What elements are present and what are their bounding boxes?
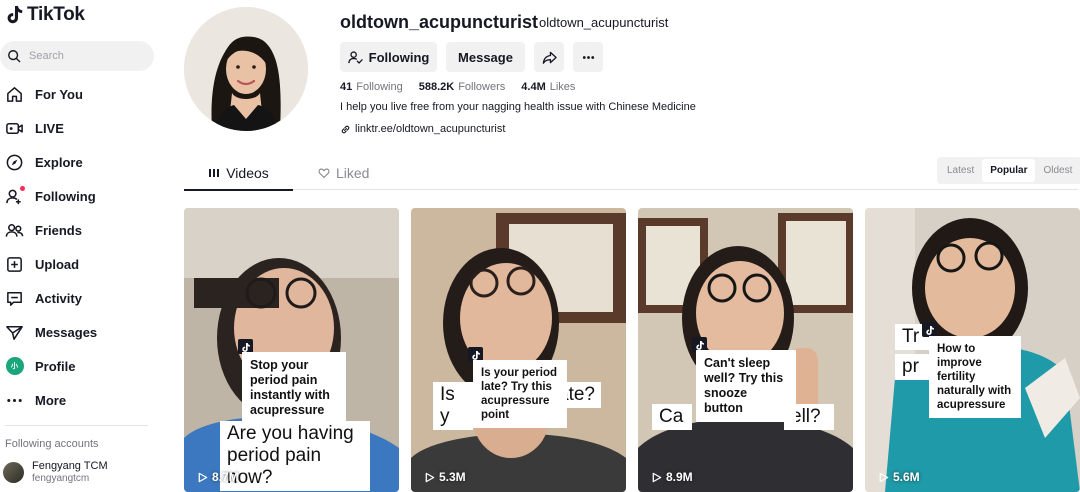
play-icon: [879, 472, 889, 482]
grid-icon: [209, 169, 220, 177]
video-caption: Is your period late? Try this acupressur…: [473, 360, 567, 428]
account-name: Fengyang TCM: [32, 460, 108, 472]
video-thumbnail: [411, 208, 626, 492]
video-overlay-text: Is y: [433, 382, 473, 430]
video-overlay-text: Are you having period pain now?: [220, 421, 370, 491]
video-overlay-text: Ca: [652, 404, 692, 430]
nav-activity[interactable]: Activity: [0, 281, 170, 315]
home-icon: [5, 85, 24, 104]
upload-icon: [5, 255, 24, 274]
video-card[interactable]: Ca ell? Can't sleep well? Try this snooz…: [638, 208, 853, 492]
view-count: 5.3M: [424, 470, 466, 484]
live-icon: [5, 119, 24, 138]
following-button[interactable]: Following: [340, 42, 437, 72]
tiktok-note-icon: [7, 6, 23, 24]
sort-latest[interactable]: Latest: [939, 159, 982, 182]
video-caption: Can't sleep well? Try this snooze button: [696, 350, 796, 422]
likes-stat: 4.4M Likes: [521, 81, 576, 93]
sort-toggle: Latest Popular Oldest: [937, 157, 1080, 184]
profile-link[interactable]: linktr.ee/oldtown_acupuncturist: [340, 123, 505, 135]
share-icon: [542, 51, 557, 64]
profile-nickname: oldtown_acupuncturist: [539, 15, 669, 30]
nav-label: Explore: [35, 154, 83, 170]
tiktok-badge-icon: [922, 322, 937, 337]
share-button[interactable]: [534, 42, 564, 72]
profile-username: oldtown_acupuncturist: [340, 12, 538, 32]
search-icon: [8, 50, 21, 63]
search-box[interactable]: [0, 41, 154, 71]
tab-liked[interactable]: Liked: [318, 156, 369, 190]
ellipsis-icon: [582, 55, 594, 59]
more-icon: [5, 391, 24, 410]
following-accounts-title: Following accounts: [5, 438, 99, 450]
video-card[interactable]: Tr pr How to improve fertility naturally…: [865, 208, 1080, 492]
link-icon: [341, 125, 350, 133]
nav-friends[interactable]: Friends: [0, 213, 170, 247]
nav-label: Friends: [35, 222, 82, 238]
account-avatar: [3, 462, 24, 483]
nav-upload[interactable]: Upload: [0, 247, 170, 281]
following-stat[interactable]: 41 Following: [340, 81, 403, 93]
nav-label: Following: [35, 188, 96, 204]
sidebar: TikTok For You LIVE Explore: [0, 0, 170, 492]
profile-avatar: 小: [5, 357, 24, 376]
sort-popular[interactable]: Popular: [982, 159, 1036, 182]
nav-label: More: [35, 392, 67, 408]
nav-label: Profile: [35, 358, 76, 374]
more-options-button[interactable]: [573, 42, 603, 72]
nav-label: Activity: [35, 290, 82, 306]
video-card[interactable]: Is y ate? Is your period late? Try this …: [411, 208, 626, 492]
user-check-icon: [347, 50, 363, 64]
followers-stat[interactable]: 588.2K Followers: [419, 81, 506, 93]
video-caption: How to improve fertility naturally with …: [929, 336, 1021, 418]
nav-label: Upload: [35, 256, 80, 272]
profile-stats: 41 Following 588.2K Followers 4.4M Likes: [340, 81, 575, 93]
nav-profile[interactable]: 小 Profile: [0, 349, 170, 383]
notification-dot: [20, 185, 25, 191]
video-grid: Stop your period pain instantly with acu…: [184, 208, 1080, 492]
nav-live[interactable]: LIVE: [0, 111, 170, 145]
following-button-label: Following: [368, 49, 430, 65]
compass-icon: [5, 153, 24, 172]
tiktok-logo[interactable]: TikTok: [6, 4, 85, 26]
search-input[interactable]: [29, 50, 139, 62]
following-icon: [5, 185, 25, 206]
play-icon: [198, 472, 208, 482]
nav-label: LIVE: [35, 120, 64, 136]
view-count: 8.9M: [651, 470, 693, 484]
play-icon: [652, 472, 662, 482]
profile-avatar-large[interactable]: [184, 7, 308, 131]
tab-videos-label: Videos: [226, 165, 269, 181]
video-card[interactable]: Stop your period pain instantly with acu…: [184, 208, 399, 492]
sort-oldest[interactable]: Oldest: [1035, 159, 1080, 182]
play-icon: [425, 472, 435, 482]
sidebar-divider: [5, 425, 148, 426]
friends-icon: [5, 221, 24, 240]
messages-icon: [5, 323, 24, 342]
account-username: fengyangtcm: [32, 473, 90, 484]
nav-label: Messages: [35, 324, 98, 340]
message-button-label: Message: [458, 49, 513, 65]
message-button[interactable]: Message: [446, 42, 525, 72]
view-count: 8.7M: [197, 470, 239, 484]
nav-for-you[interactable]: For You: [0, 77, 170, 111]
heart-lock-icon: [318, 168, 330, 179]
following-account-item[interactable]: Fengyang TCM fengyangtcm: [3, 460, 108, 485]
nav-label: For You: [35, 86, 83, 102]
video-caption: Stop your period pain instantly with acu…: [242, 352, 346, 424]
main-nav: For You LIVE Explore Following Friends U…: [0, 77, 170, 417]
tab-liked-label: Liked: [336, 165, 370, 181]
nav-more[interactable]: More: [0, 383, 170, 417]
profile-bio: I help you live free from your nagging h…: [340, 101, 696, 113]
nav-following[interactable]: Following: [0, 179, 170, 213]
activity-icon: [5, 289, 24, 308]
tiktok-wordmark: TikTok: [27, 4, 85, 25]
nav-messages[interactable]: Messages: [0, 315, 170, 349]
view-count: 5.6M: [878, 470, 920, 484]
profile-link-text: linktr.ee/oldtown_acupuncturist: [355, 123, 506, 135]
nav-explore[interactable]: Explore: [0, 145, 170, 179]
tab-videos[interactable]: Videos: [184, 156, 293, 191]
